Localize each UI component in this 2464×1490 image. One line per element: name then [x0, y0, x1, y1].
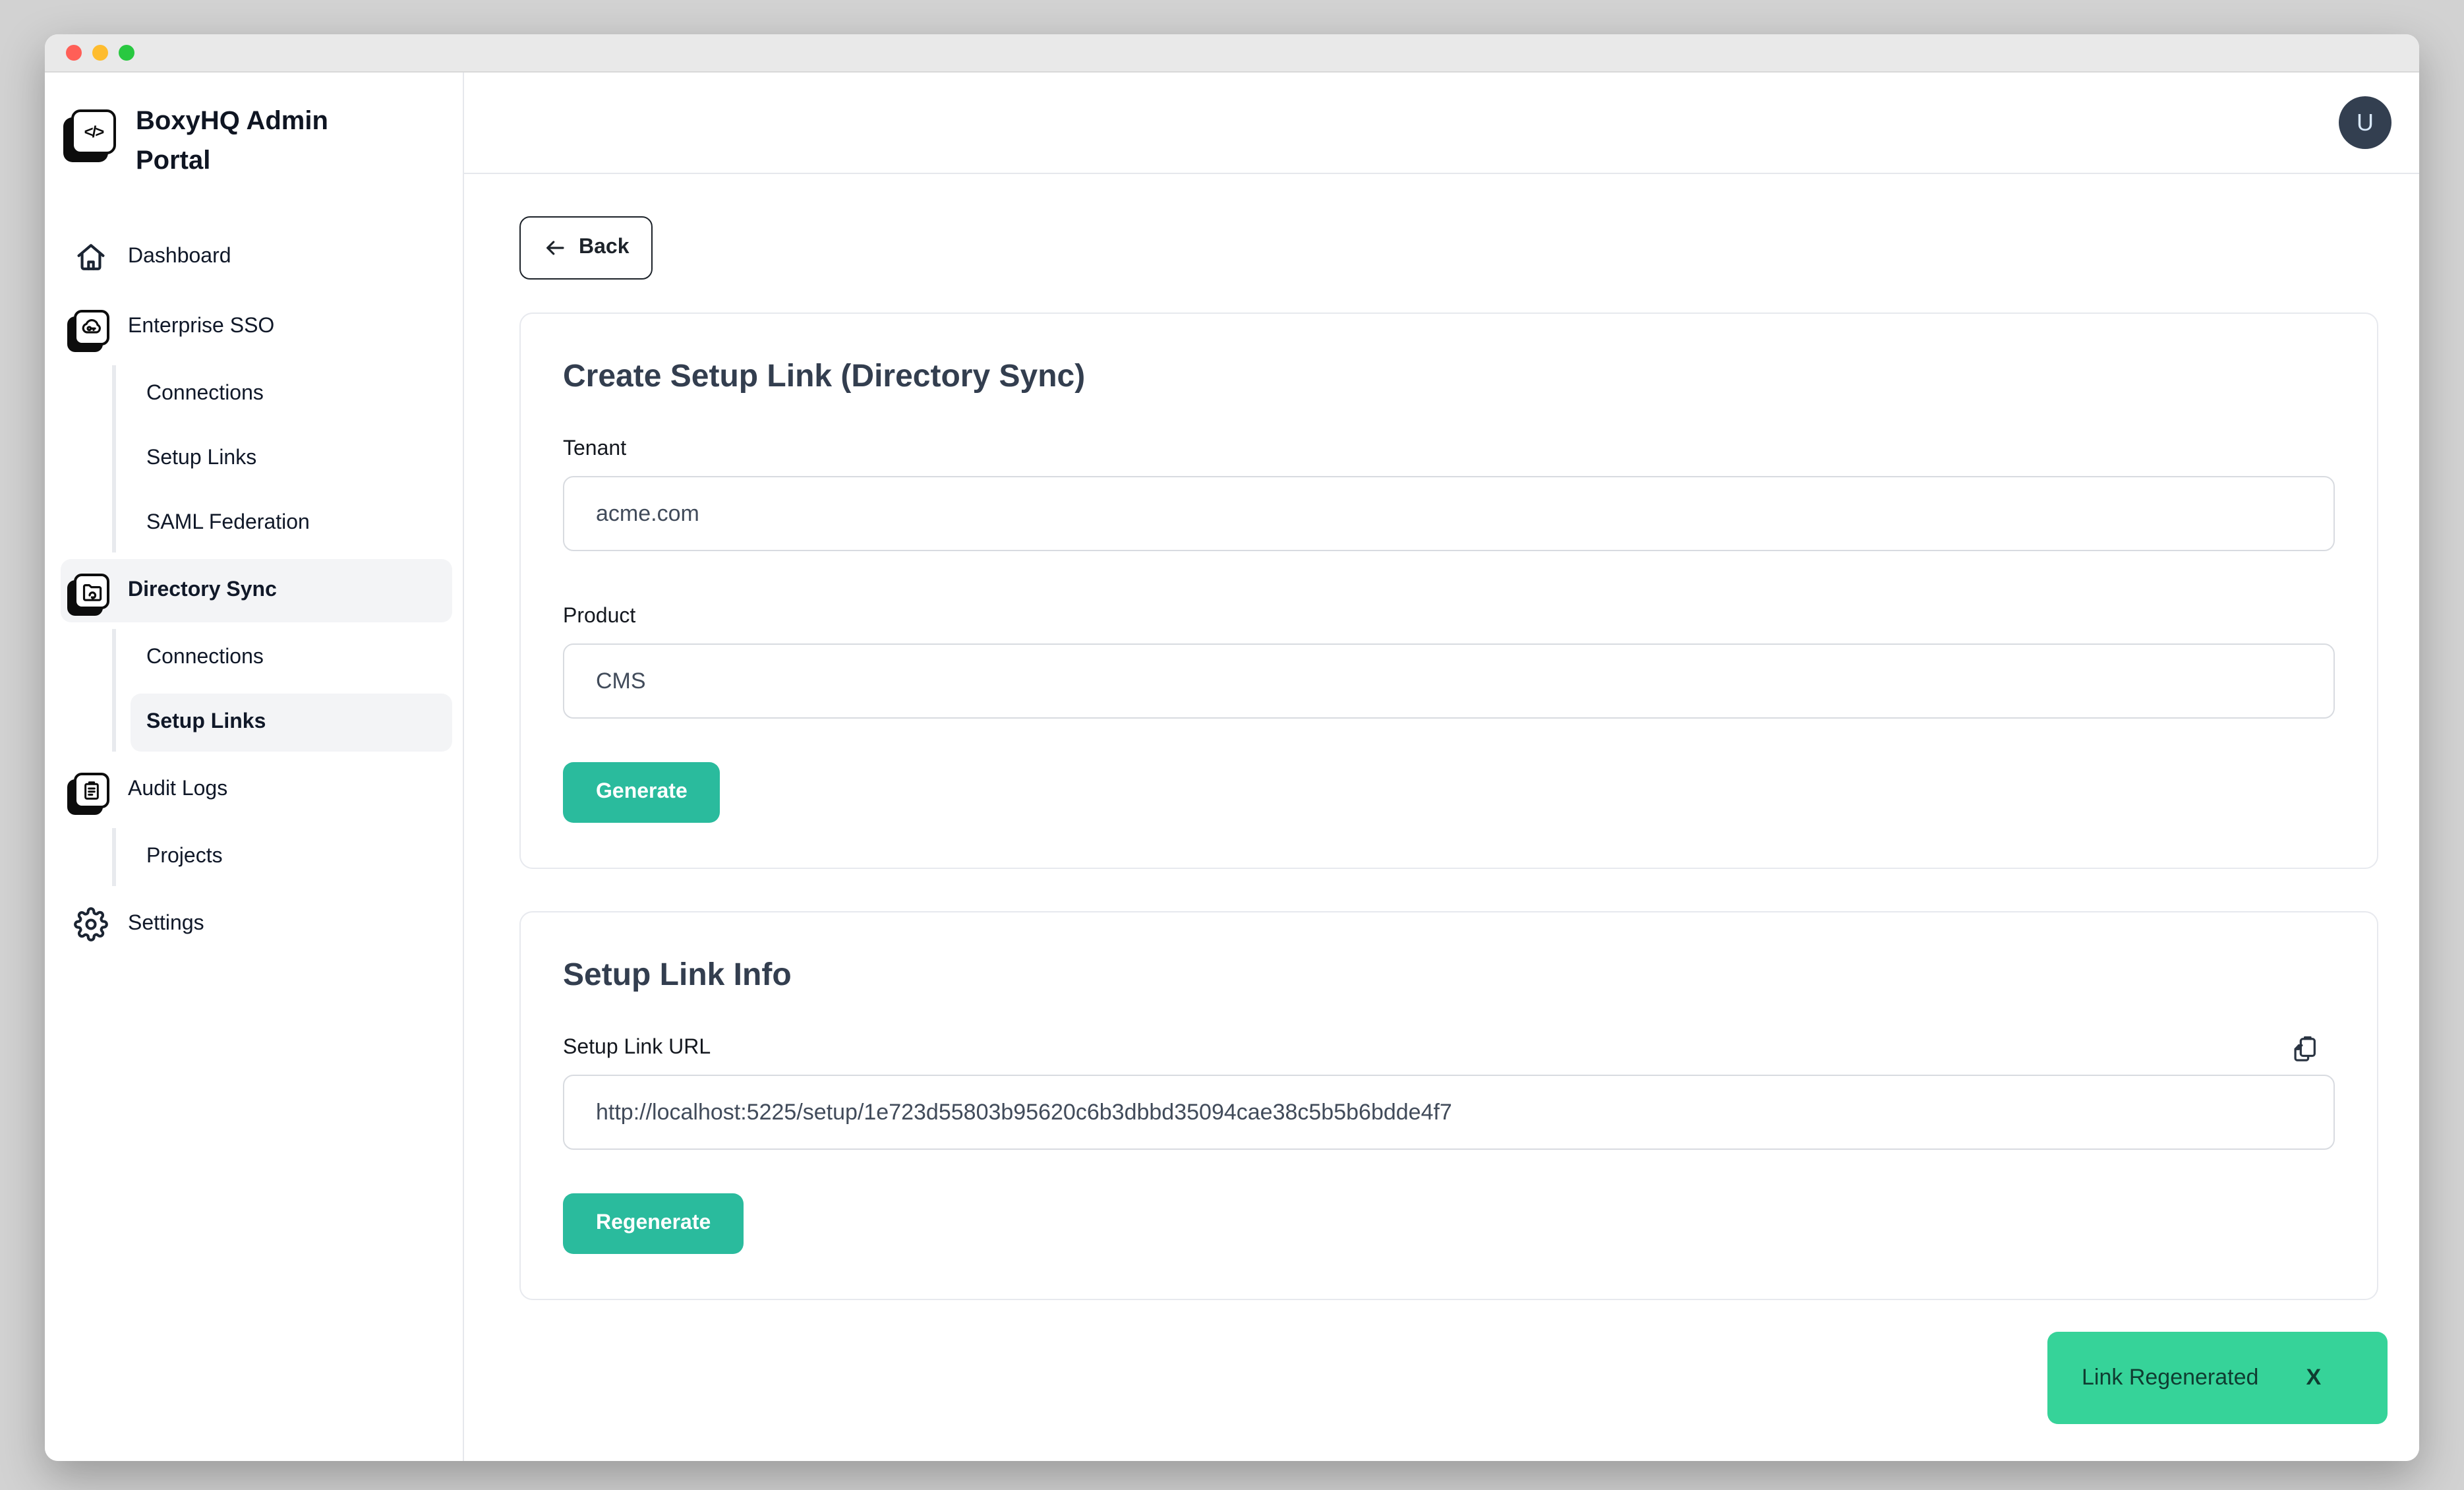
create-setup-link-card: Create Setup Link (Directory Sync) Tenan…	[519, 313, 2378, 869]
close-window-button[interactable]	[66, 45, 82, 61]
user-avatar[interactable]: U	[2339, 96, 2391, 149]
sidebar-item-audit-logs[interactable]: Audit Logs	[61, 758, 452, 821]
sso-cloud-key-icon	[71, 307, 111, 347]
sidebar-item-settings[interactable]: Settings	[61, 893, 452, 956]
app-body: </> BoxyHQ Admin Portal Dashboard	[45, 73, 2419, 1461]
sidebar-nav: Dashboard Enterpri	[61, 225, 452, 956]
brand-logo[interactable]: </> BoxyHQ Admin Portal	[71, 102, 452, 181]
home-icon	[71, 237, 111, 277]
toast-message: Link Regenerated	[2082, 1365, 2258, 1391]
sidebar-item-label: Settings	[128, 912, 204, 936]
setup-link-url-row: Setup Link URL	[563, 1032, 2335, 1064]
copy-icon	[2291, 1034, 2319, 1062]
sidebar-subitem-dsync-connections[interactable]: Connections	[131, 629, 452, 687]
audit-clipboard-icon	[71, 770, 111, 810]
setup-link-url-input[interactable]	[563, 1075, 2335, 1150]
sidebar-subitem-dsync-setup-links[interactable]: Setup Links	[131, 694, 452, 752]
directory-sync-subnav: Connections Setup Links	[112, 629, 452, 752]
product-input[interactable]	[563, 643, 2335, 719]
card-title: Setup Link Info	[563, 956, 2335, 996]
window-titlebar	[45, 34, 2419, 73]
directory-folder-icon	[71, 571, 111, 611]
generate-button[interactable]: Generate	[563, 762, 720, 823]
sidebar-subitem-projects[interactable]: Projects	[131, 828, 452, 886]
toast-close-button[interactable]: X	[2306, 1365, 2321, 1391]
sidebar-subitem-sso-connections[interactable]: Connections	[131, 365, 452, 423]
sidebar-subitem-sso-setup-links[interactable]: Setup Links	[131, 430, 452, 488]
sidebar-item-dashboard[interactable]: Dashboard	[61, 225, 452, 289]
back-button[interactable]: Back	[519, 216, 653, 280]
sidebar-item-label: Enterprise SSO	[128, 315, 274, 339]
top-header: U	[464, 73, 2419, 174]
sidebar-item-label: Dashboard	[128, 245, 231, 269]
code-icon: </>	[71, 109, 116, 154]
page-content: Back Create Setup Link (Directory Sync) …	[464, 174, 2419, 1300]
audit-logs-subnav: Projects	[112, 828, 452, 886]
sidebar-subitem-saml-federation[interactable]: SAML Federation	[131, 494, 452, 552]
sidebar-item-directory-sync[interactable]: Directory Sync	[61, 559, 452, 622]
tenant-field-group: Tenant	[563, 434, 2335, 551]
tenant-label: Tenant	[563, 434, 2335, 465]
arrow-left-icon	[543, 236, 567, 260]
brand-title: BoxyHQ Admin Portal	[136, 102, 341, 181]
setup-link-info-card: Setup Link Info Setup Link URL	[519, 911, 2378, 1300]
maximize-window-button[interactable]	[119, 45, 134, 61]
gear-icon	[71, 905, 111, 944]
success-toast: Link Regenerated X	[2047, 1332, 2388, 1424]
sidebar-item-enterprise-sso[interactable]: Enterprise SSO	[61, 295, 452, 359]
sidebar-item-label: Audit Logs	[128, 778, 227, 802]
minimize-window-button[interactable]	[92, 45, 108, 61]
copy-url-button[interactable]	[2291, 1034, 2319, 1062]
sidebar-item-label: Directory Sync	[128, 579, 277, 603]
main-area: U Back Create Setup Link (Directory Sync…	[464, 73, 2419, 1461]
card-title: Create Setup Link (Directory Sync)	[563, 357, 2335, 397]
app-window: </> BoxyHQ Admin Portal Dashboard	[45, 34, 2419, 1461]
setup-link-url-label: Setup Link URL	[563, 1032, 711, 1064]
product-label: Product	[563, 601, 2335, 633]
enterprise-sso-subnav: Connections Setup Links SAML Federation	[112, 365, 452, 552]
back-button-label: Back	[579, 236, 630, 260]
tenant-input[interactable]	[563, 476, 2335, 551]
sidebar: </> BoxyHQ Admin Portal Dashboard	[45, 73, 464, 1461]
product-field-group: Product	[563, 601, 2335, 719]
regenerate-button[interactable]: Regenerate	[563, 1193, 744, 1254]
